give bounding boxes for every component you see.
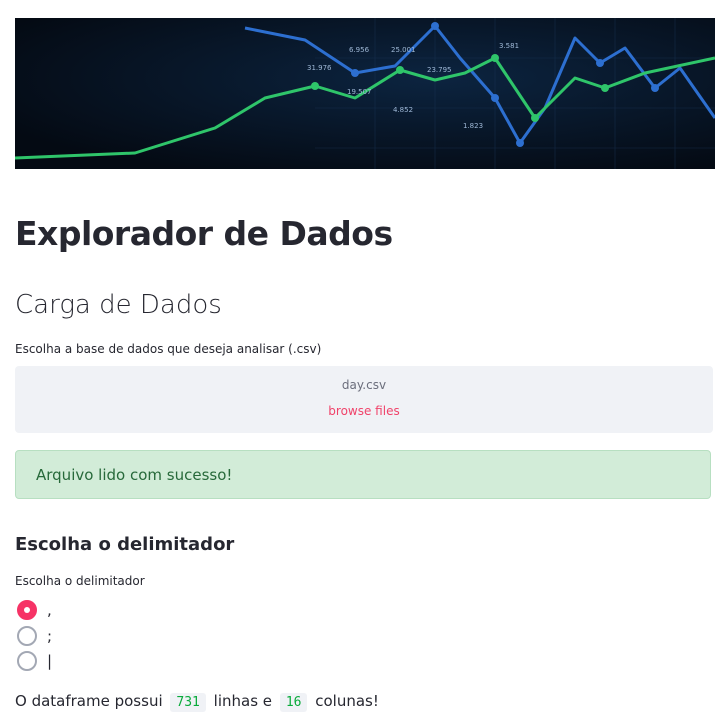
page-title: Explorador de Dados	[15, 214, 393, 253]
banner-number: 6.956	[349, 46, 370, 54]
summary-middle: linhas e	[213, 692, 273, 710]
delimiter-option-label: ,	[47, 601, 52, 619]
banner-number: 19.507	[347, 88, 372, 96]
success-alert: Arquivo lido com sucesso!	[15, 450, 711, 499]
section-title: Carga de Dados	[15, 290, 222, 320]
radio-unselected-icon[interactable]	[17, 626, 37, 646]
dataframe-summary: O dataframe possui 731 linhas e 16 colun…	[15, 692, 379, 712]
radio-unselected-icon[interactable]	[17, 651, 37, 671]
summary-prefix: O dataframe possui	[15, 692, 163, 710]
summary-suffix: colunas!	[315, 692, 379, 710]
browse-files-link[interactable]: browse files	[15, 404, 713, 418]
uploaded-filename: day.csv	[341, 378, 387, 392]
delimiter-radio-label: Escolha o delimitador	[15, 574, 145, 588]
banner-number: 25.001	[391, 46, 416, 54]
banner-number: 23.795	[427, 66, 452, 74]
delimiter-option-label: ;	[47, 627, 53, 645]
file-uploader-label: Escolha a base de dados que deseja anali…	[15, 342, 322, 356]
banner-number: 3.581	[499, 42, 519, 50]
radio-selected-icon[interactable]	[17, 600, 37, 620]
row-count: 731	[170, 693, 206, 712]
banner-number: 4.852	[393, 106, 413, 114]
file-dropzone[interactable]: day.csv browse files	[15, 366, 713, 433]
delimiter-option-label: |	[47, 652, 53, 670]
delimiter-subheader: Escolha o delimitador	[15, 534, 235, 555]
banner-number: 31.976	[307, 64, 332, 72]
success-alert-message: Arquivo lido com sucesso!	[36, 466, 233, 484]
banner-number: 1.823	[463, 122, 483, 130]
column-count: 16	[279, 693, 308, 712]
header-banner-image: 6.956 25.001 3.581 31.976 23.795 19.507 …	[15, 18, 715, 169]
